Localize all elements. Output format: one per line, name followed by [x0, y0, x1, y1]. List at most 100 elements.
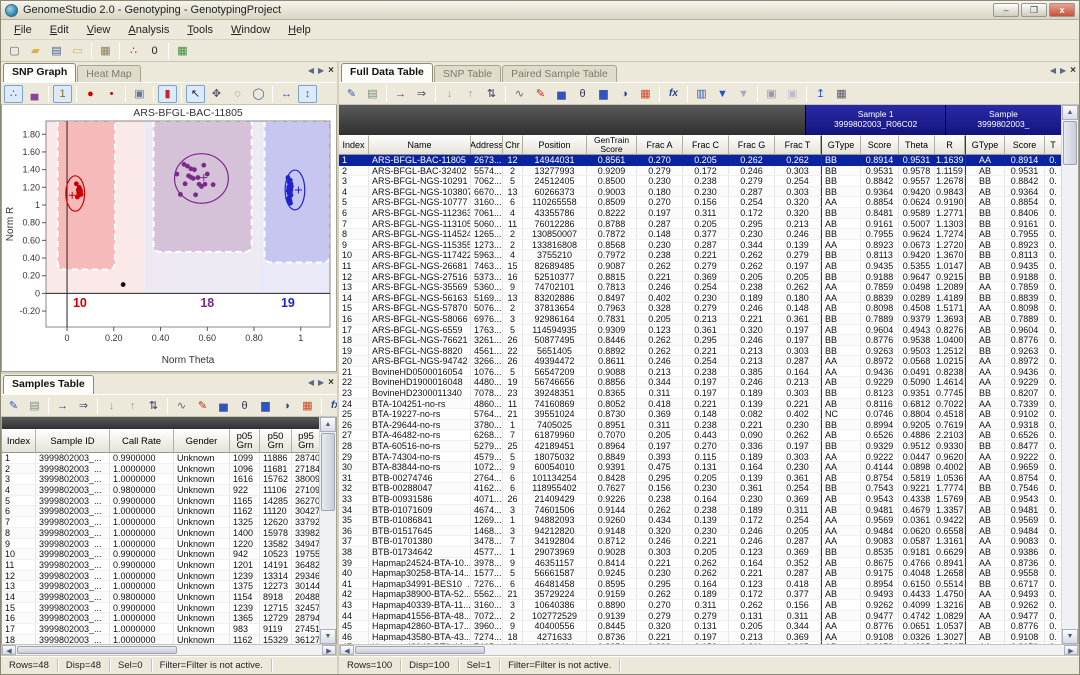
- column-header-p95-grn[interactable]: p95 Grn: [292, 429, 319, 453]
- table-row[interactable]: 41Hapmap34991-BES10_...7276...6464814580…: [339, 579, 1061, 590]
- column-header-gtype[interactable]: GType: [965, 135, 1005, 155]
- snp-scatter-plot[interactable]: 00.200.400.600.801-0.2000.200.400.600.80…: [1, 105, 337, 372]
- column-header-gentrain-score[interactable]: GenTrain Score: [587, 135, 637, 155]
- column-header-p50-grn[interactable]: p50 Grn: [260, 429, 292, 453]
- column-header-score[interactable]: Score: [861, 135, 899, 155]
- table-row[interactable]: 3ARS-BFGL-NGS-102917062...5245124050.850…: [339, 176, 1061, 187]
- tab-paired-sample-table[interactable]: Paired Sample Table: [502, 65, 617, 82]
- panel-close-icon[interactable]: ×: [328, 65, 334, 76]
- table-row[interactable]: 20ARS-BFGL-NGS-947423266...26493944720.8…: [339, 356, 1061, 367]
- table-row[interactable]: 38BTB-017346424577...1290739690.90280.30…: [339, 547, 1061, 558]
- scroll-thumb[interactable]: [17, 646, 177, 654]
- tab-snp-graph[interactable]: SNP Graph: [3, 63, 76, 82]
- close-button[interactable]: x: [1049, 3, 1075, 17]
- panel-next-icon[interactable]: ▶: [318, 66, 324, 75]
- column-header-gtype[interactable]: GType: [821, 135, 861, 155]
- column-header-r[interactable]: R: [935, 135, 965, 155]
- table-row[interactable]: 25BTA-19227-no-rs5764...21395510240.8730…: [339, 409, 1061, 420]
- scroll-thumb[interactable]: [321, 433, 335, 511]
- table-row[interactable]: 19ARS-BFGL-NGS-88204561...2256514050.889…: [339, 346, 1061, 357]
- marker-pen-icon[interactable]: ✎: [531, 85, 550, 103]
- increment-rows-icon[interactable]: ↥: [811, 85, 830, 103]
- menu-window[interactable]: Window: [222, 22, 279, 38]
- table-row[interactable]: 22BovineHD19000160484480...19567466560.8…: [339, 377, 1061, 388]
- heatmap-icon[interactable]: ▦: [636, 85, 655, 103]
- table-row[interactable]: 15ARS-BFGL-NGS-578705076...2378136540.79…: [339, 303, 1061, 314]
- bar-plot-icon[interactable]: ▅: [552, 85, 571, 103]
- scroll-left-icon[interactable]: ◀: [2, 645, 16, 655]
- table-row[interactable]: 33999802003_...1.0000000Unknown161615762…: [2, 474, 319, 485]
- theta-plot-icon[interactable]: θ: [573, 85, 592, 103]
- column-header-chr[interactable]: Chr: [503, 135, 523, 155]
- column-header-address[interactable]: Address: [471, 135, 503, 155]
- new-project-icon[interactable]: ▢: [5, 42, 24, 60]
- sort-asc-icon[interactable]: ↓: [440, 85, 459, 103]
- table-row[interactable]: 30BTA-83844-no-rs1072...9600540100.93910…: [339, 462, 1061, 473]
- table-row[interactable]: 34BTB-010716094674...3746015060.91440.26…: [339, 505, 1061, 516]
- column-header-score[interactable]: Score: [1005, 135, 1045, 155]
- table-row[interactable]: 27BTA-46482-no-rs6268...7618799600.70700…: [339, 430, 1061, 441]
- table-row[interactable]: 36BTB-015176451468...3942128200.91480.32…: [339, 526, 1061, 537]
- lock-columns-icon[interactable]: ▣: [762, 85, 781, 103]
- column-header-call-rate[interactable]: Call Rate: [110, 429, 174, 453]
- minimize-button[interactable]: –: [993, 3, 1019, 17]
- table-row[interactable]: 33BTB-009315864071...26214094290.92260.2…: [339, 494, 1061, 505]
- table-row[interactable]: 39Hapmap24524-BTA-10...3978...9463511570…: [339, 558, 1061, 569]
- table-row[interactable]: 93999802003_...1.0000000Unknown122013582…: [2, 539, 319, 550]
- snp-dots-icon[interactable]: ∴: [124, 42, 143, 60]
- marker-pen-icon[interactable]: ✎: [193, 397, 212, 415]
- cluster-shading-icon[interactable]: ▮: [158, 85, 177, 103]
- table-row[interactable]: 44Hapmap41556-BTA-48...7072...2102772529…: [339, 611, 1061, 622]
- table-row[interactable]: 183999802003_...1.0000000Unknown11621532…: [2, 635, 319, 644]
- full-data-vertical-scrollbar[interactable]: ▲ ▼: [1061, 105, 1078, 644]
- panel-close-icon[interactable]: ×: [328, 377, 334, 388]
- sort-az-icon[interactable]: ⇅: [144, 397, 163, 415]
- fill-selected-icon[interactable]: ✎: [342, 85, 361, 103]
- zero-count-label[interactable]: 0: [145, 42, 164, 60]
- column-header-frac-t[interactable]: Frac T: [775, 135, 821, 155]
- table-row[interactable]: 32BTB-002880474162...61189554020.76270.1…: [339, 483, 1061, 494]
- column-header-frac-c[interactable]: Frac C: [683, 135, 729, 155]
- table-row[interactable]: 10ARS-BFGL-NGS-1174225963...437552100.79…: [339, 250, 1061, 261]
- table-row[interactable]: 4ARS-BFGL-NGS-1038076670...13602663730.9…: [339, 187, 1061, 198]
- bar-plot-icon[interactable]: ▅: [214, 397, 233, 415]
- fill-selected-icon[interactable]: ✎: [4, 397, 23, 415]
- table-row[interactable]: 163999802003_...1.0000000Unknown13651272…: [2, 613, 319, 624]
- table-row[interactable]: 173999802003_...1.0000000Unknown98391192…: [2, 624, 319, 635]
- table-row[interactable]: 13ARS-BFGL-NGS-355695360...9747021010.78…: [339, 282, 1061, 293]
- scroll-thumb[interactable]: [355, 646, 485, 654]
- open-project-icon[interactable]: ▰: [26, 42, 45, 60]
- column-header-index[interactable]: Index: [2, 429, 36, 453]
- panel-next-icon[interactable]: ▶: [1060, 66, 1066, 75]
- table-row[interactable]: 46Hapmap43580-BTA-43...7274...1842716330…: [339, 632, 1061, 643]
- table-row[interactable]: 9ARS-BFGL-NGS-1153551273...21338168080.8…: [339, 240, 1061, 251]
- fx-icon[interactable]: fx: [326, 397, 337, 415]
- table-row[interactable]: 13999802003_...0.9900000Unknown109911886…: [2, 453, 319, 464]
- table-row[interactable]: 29BTA-74304-no-rs4579...5180750320.88490…: [339, 452, 1061, 463]
- table-row[interactable]: 53999802003_...0.9900000Unknown116514285…: [2, 496, 319, 507]
- tab-full-data-table[interactable]: Full Data Table: [341, 63, 433, 82]
- column-header-position[interactable]: Position: [523, 135, 587, 155]
- table-row[interactable]: 123999802003_...1.0000000Unknown12391331…: [2, 571, 319, 582]
- table-row[interactable]: 40Hapmap30258-BTA-14...1577...5566615870…: [339, 568, 1061, 579]
- column-header-frac-g[interactable]: Frac G: [729, 135, 775, 155]
- sort-desc-icon[interactable]: ↑: [461, 85, 480, 103]
- column-header-t[interactable]: T: [1045, 135, 1061, 155]
- column-header-p05-grn[interactable]: p05 Grn: [230, 429, 260, 453]
- scatter-plot-icon[interactable]: ∴: [4, 85, 23, 103]
- table-row[interactable]: 23999802003_...1.0000000Unknown109611681…: [2, 464, 319, 475]
- table-row[interactable]: 23BovineHD23000113407078...23392483510.8…: [339, 388, 1061, 399]
- export-all-icon[interactable]: ⇒: [74, 397, 93, 415]
- table-row[interactable]: 2ARS-BFGL-BAC-324025574...2132779930.920…: [339, 166, 1061, 177]
- table-row[interactable]: 73999802003_...1.0000000Unknown132512620…: [2, 517, 319, 528]
- large-point-icon[interactable]: ●: [81, 85, 100, 103]
- display-options-icon[interactable]: ▦: [832, 85, 851, 103]
- theta-plot-icon[interactable]: θ: [235, 397, 254, 415]
- restore-button[interactable]: ❐: [1021, 3, 1047, 17]
- pan-hand-icon[interactable]: ✥: [207, 85, 226, 103]
- table-row[interactable]: 7ARS-BFGL-NGS-1131055060...11760122860.8…: [339, 219, 1061, 230]
- plots-per-page-icon[interactable]: 1: [53, 85, 72, 103]
- export-all-icon[interactable]: ⇒: [412, 85, 431, 103]
- save-project-icon[interactable]: ▤: [47, 42, 66, 60]
- small-point-icon[interactable]: •: [102, 85, 121, 103]
